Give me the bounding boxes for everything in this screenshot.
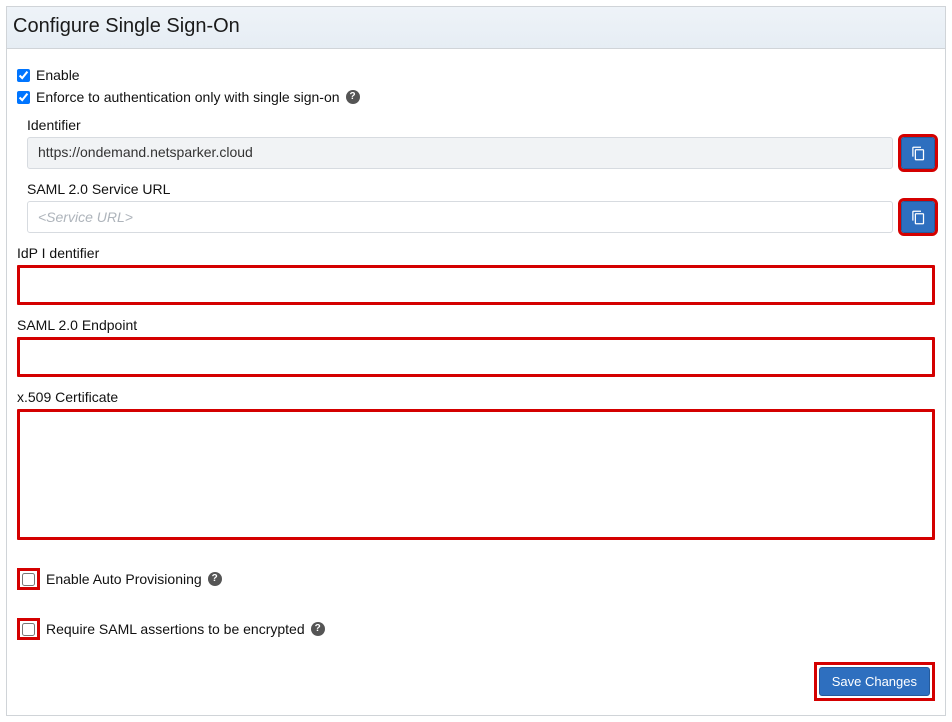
copy-service-url-button[interactable] [901, 201, 935, 233]
service-url-label: SAML 2.0 Service URL [27, 181, 935, 197]
enforce-checkbox[interactable] [17, 91, 30, 104]
save-changes-button[interactable]: Save Changes [819, 667, 930, 696]
certificate-label: x.509 Certificate [17, 389, 935, 405]
require-encrypted-row: Require SAML assertions to be encrypted … [17, 618, 935, 640]
help-icon[interactable]: ? [311, 622, 325, 636]
copy-icon [911, 146, 926, 161]
help-icon[interactable]: ? [346, 90, 360, 104]
idp-identifier-field: IdP I dentifier [17, 245, 935, 305]
idp-identifier-label: IdP I dentifier [17, 245, 935, 261]
certificate-field: x.509 Certificate [17, 389, 935, 540]
copy-icon [911, 210, 926, 225]
help-icon[interactable]: ? [208, 572, 222, 586]
saml-endpoint-input[interactable] [21, 341, 931, 373]
copy-identifier-button[interactable] [901, 137, 935, 169]
enforce-row: Enforce to authentication only with sing… [17, 89, 935, 105]
enforce-label: Enforce to authentication only with sing… [36, 89, 340, 105]
sso-config-panel: Configure Single Sign-On Enable Enforce … [6, 6, 946, 716]
saml-endpoint-label: SAML 2.0 Endpoint [17, 317, 935, 333]
auto-provision-label: Enable Auto Provisioning [46, 571, 202, 587]
panel-title: Configure Single Sign-On [7, 7, 945, 49]
auto-provision-row: Enable Auto Provisioning ? [17, 568, 935, 590]
certificate-textarea[interactable] [21, 413, 931, 533]
idp-identifier-input[interactable] [21, 269, 931, 301]
actions-row: Save Changes [17, 662, 935, 701]
auto-provision-checkbox[interactable] [22, 573, 35, 586]
require-encrypted-label: Require SAML assertions to be encrypted [46, 621, 305, 637]
panel-body: Enable Enforce to authentication only wi… [7, 49, 945, 715]
service-url-input[interactable] [27, 201, 893, 233]
saml-endpoint-field: SAML 2.0 Endpoint [17, 317, 935, 377]
identifier-field: Identifier https://ondemand.netsparker.c… [27, 117, 935, 169]
enable-checkbox[interactable] [17, 69, 30, 82]
enable-label: Enable [36, 67, 80, 83]
enable-row: Enable [17, 67, 935, 83]
identifier-value: https://ondemand.netsparker.cloud [27, 137, 893, 169]
service-url-field: SAML 2.0 Service URL [27, 181, 935, 233]
require-encrypted-checkbox[interactable] [22, 623, 35, 636]
identifier-label: Identifier [27, 117, 935, 133]
